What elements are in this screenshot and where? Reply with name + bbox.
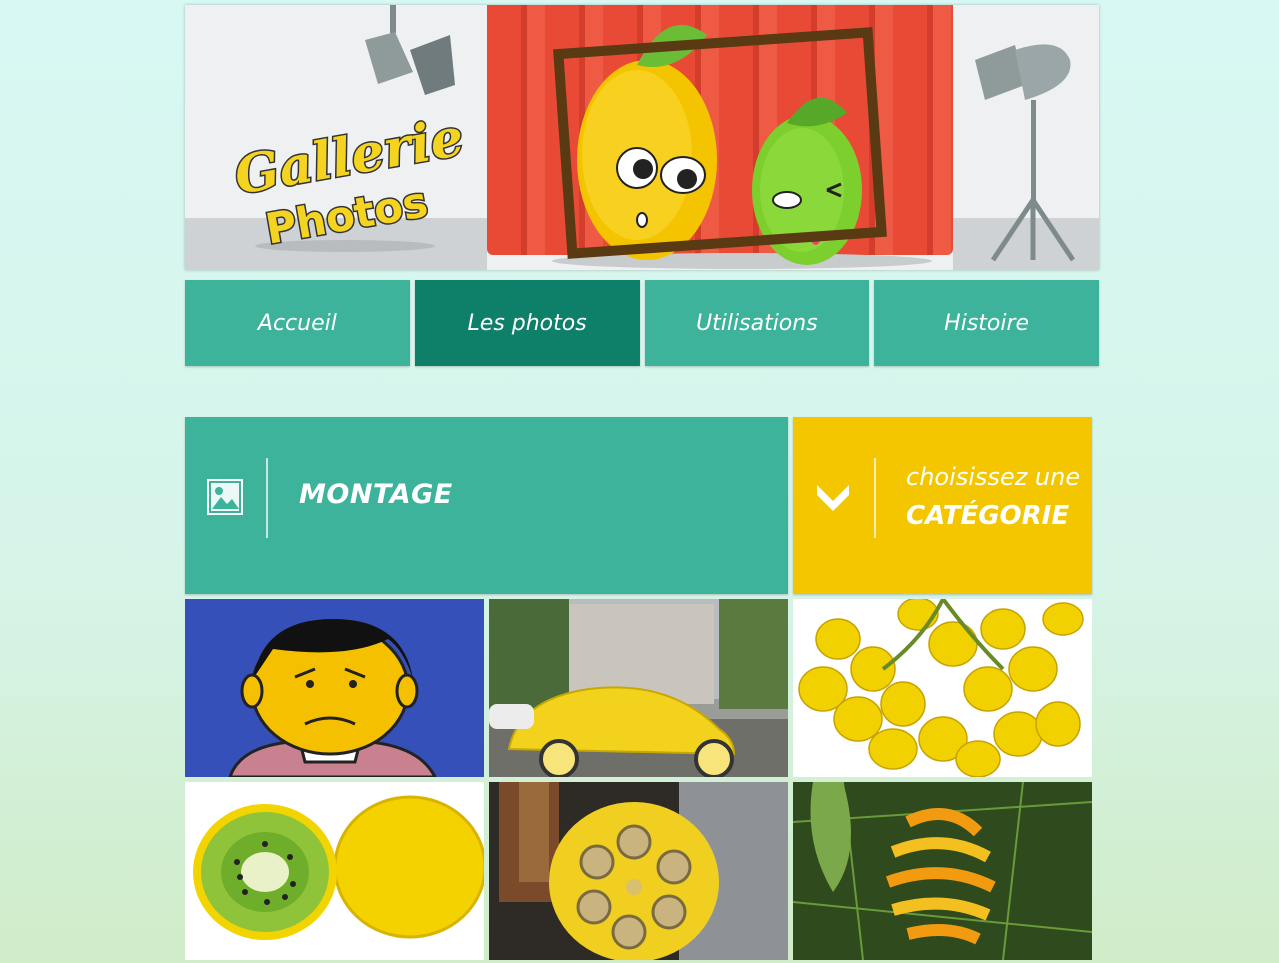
lemon-car-image — [489, 599, 788, 777]
lemon-revolver-image — [489, 782, 788, 960]
image-icon — [207, 479, 243, 515]
current-category-bar: MONTAGE — [185, 417, 788, 594]
current-category-title: MONTAGE — [299, 479, 453, 510]
lemon-head-man-image — [185, 599, 484, 777]
page-wrapper: Gallerie Photos Accueil Les photos Utili… — [185, 5, 1099, 366]
gallerie-photos-logo: Gallerie Photos — [229, 105, 465, 245]
photo-thumbnail[interactable] — [793, 599, 1092, 777]
selector-prompt: choisissez une — [906, 463, 1081, 491]
header-banner: Gallerie Photos — [185, 5, 1099, 270]
nav-item-utilisations[interactable]: Utilisations — [644, 280, 870, 366]
category-selector[interactable]: choisissez une CATÉGORIE — [793, 417, 1092, 594]
photo-thumbnail[interactable] — [489, 782, 788, 960]
photo-grid — [185, 599, 1092, 960]
photo-thumbnail[interactable] — [185, 782, 484, 960]
main-nav: Accueil Les photos Utilisations Histoire — [185, 275, 1099, 366]
nav-item-les-photos[interactable]: Les photos — [414, 280, 640, 366]
photo-thumbnail[interactable] — [185, 599, 484, 777]
nav-item-histoire[interactable]: Histoire — [874, 280, 1099, 366]
lemon-peel-spiral-image — [793, 782, 1092, 960]
lemon-bunch-image — [793, 599, 1092, 777]
kiwi-lemon-image — [185, 782, 484, 960]
photo-thumbnail[interactable] — [489, 599, 788, 777]
selector-divider — [874, 458, 876, 538]
photo-thumbnail[interactable] — [793, 782, 1092, 960]
selector-label: CATÉGORIE — [906, 501, 1070, 531]
chevron-down-icon — [817, 485, 849, 511]
category-divider — [266, 458, 268, 538]
nav-item-accueil[interactable]: Accueil — [185, 280, 410, 366]
